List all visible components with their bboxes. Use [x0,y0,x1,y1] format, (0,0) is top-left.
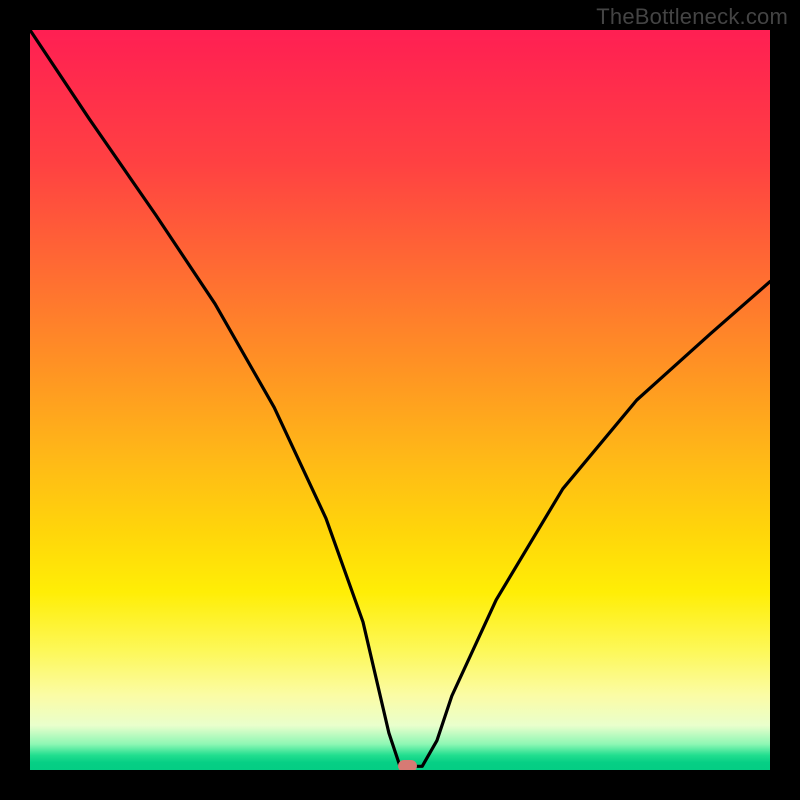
watermark-text: TheBottleneck.com [596,4,788,30]
plot-area [30,30,770,770]
curve-svg [30,30,770,770]
chart-frame: TheBottleneck.com [0,0,800,800]
curve-path [30,30,770,766]
optimum-marker [398,760,417,770]
